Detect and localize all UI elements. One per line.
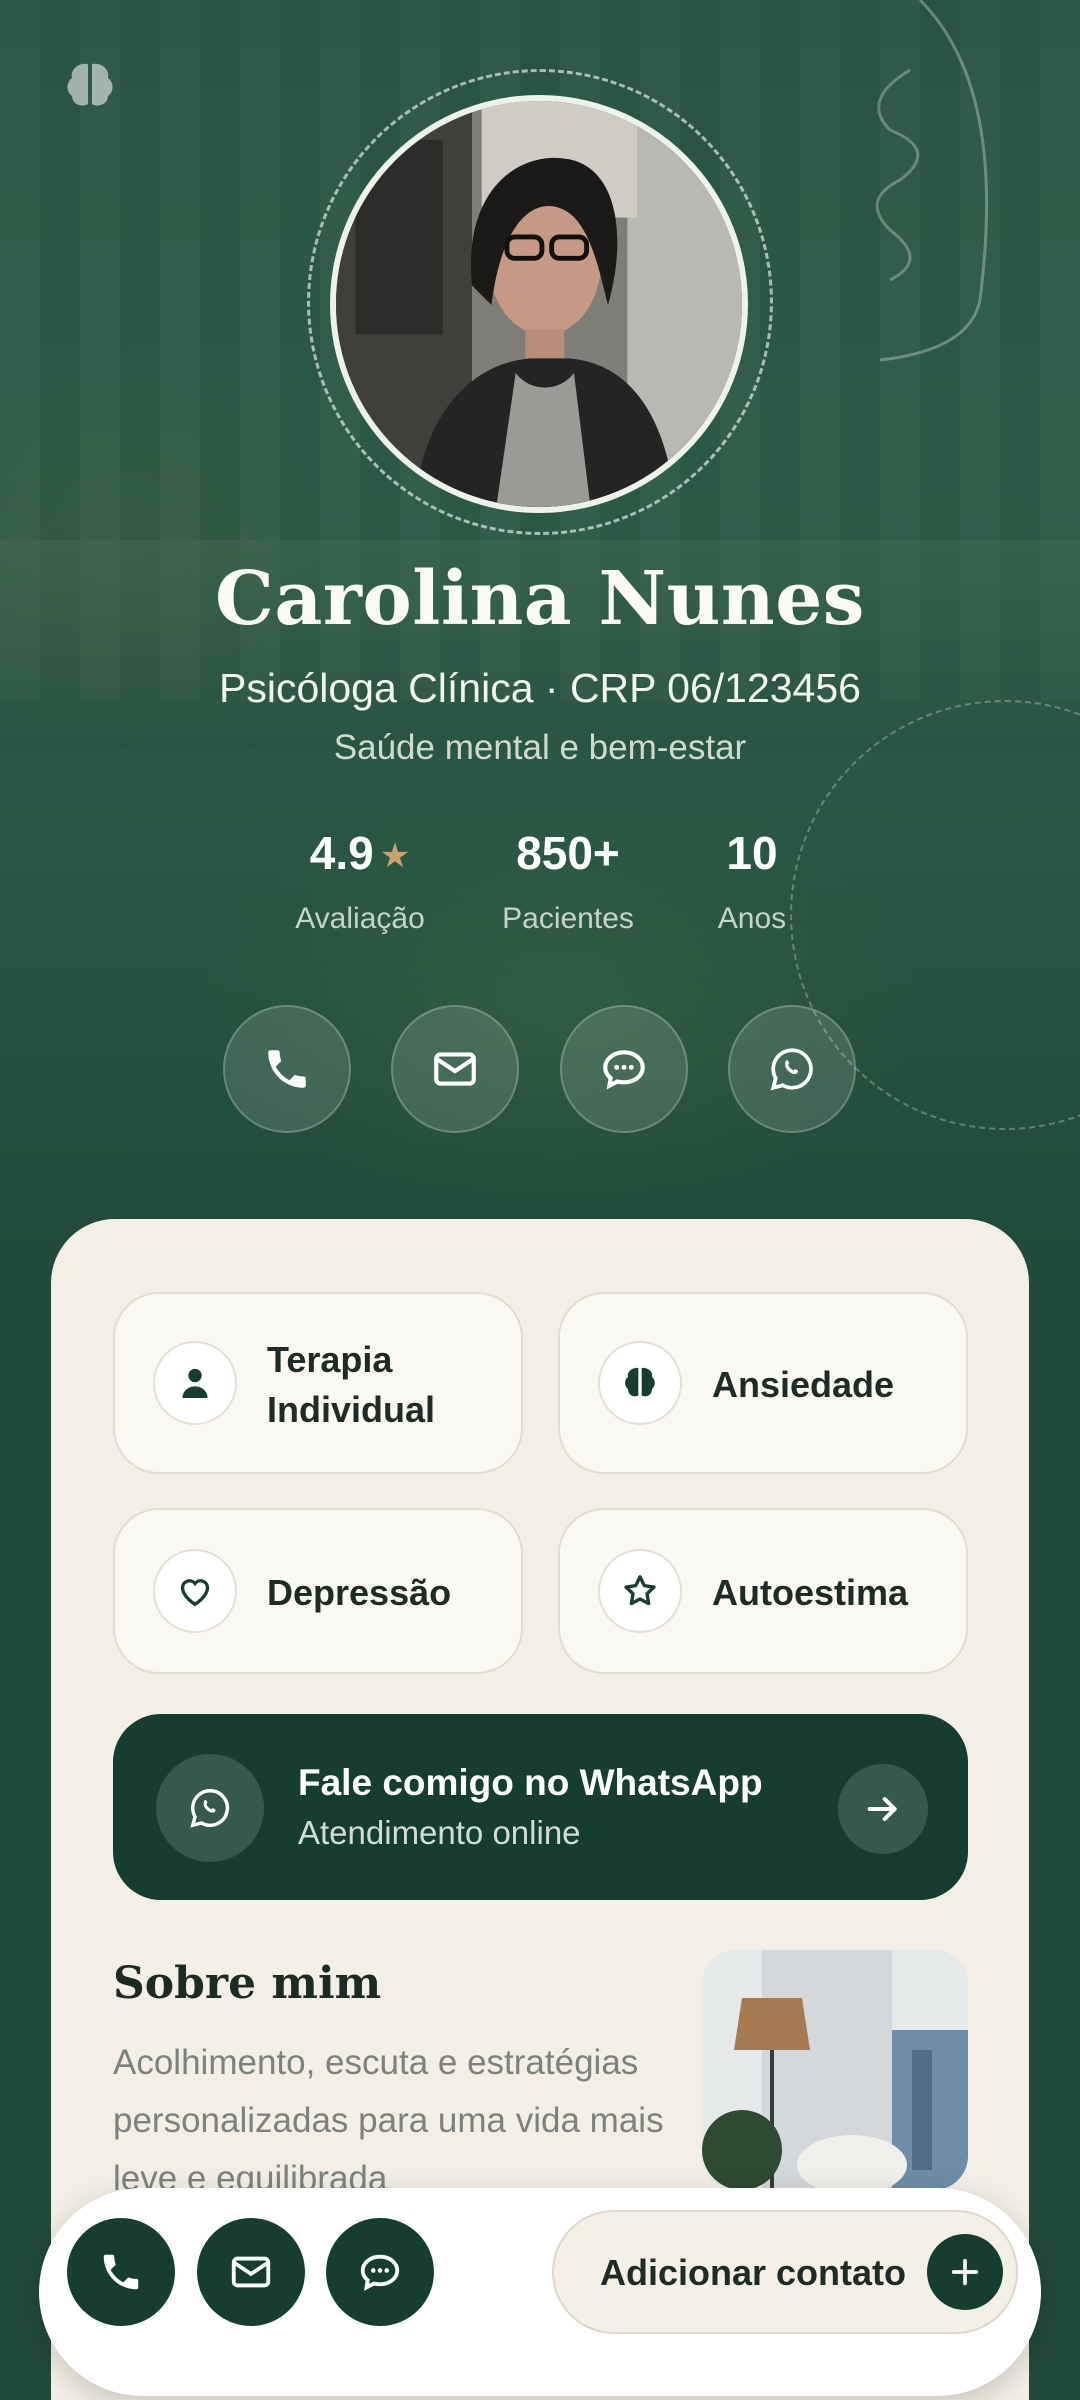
whatsapp-banner-subtitle: Atendimento online [298,1814,581,1851]
whatsapp-icon [770,1048,813,1091]
specialty-chip-terapia-individual[interactable]: Terapia Individual [113,1292,523,1474]
person-icon [182,1368,208,1398]
stat-label: Avaliação [295,902,425,935]
add-contact-button[interactable]: Adicionar contato [552,2210,1018,2334]
about-text: Acolhimento, escuta e estratégias person… [113,2043,664,2198]
profile-tagline: Saúde mental e bem-estar [333,728,747,767]
mail-icon [434,1052,476,1086]
profile-name: Carolina Nunes [215,556,865,642]
chip-label: Ansiedade [712,1364,895,1405]
stat-value: 850+ [516,827,620,879]
mail-icon [231,2256,271,2288]
phone-icon [103,2254,139,2290]
avatar[interactable] [330,95,748,513]
bottom-email-button[interactable] [197,2218,305,2326]
chip-icon-wrapper [153,1341,237,1425]
whatsapp-banner-title: Fale comigo no WhatsApp [298,1762,763,1803]
star-icon: ★ [379,837,411,875]
specialty-chip-autoestima[interactable]: Autoestima [558,1508,968,1674]
star-outline-icon [624,1575,656,1606]
call-button[interactable] [223,1005,351,1133]
bottom-chat-button[interactable] [326,2218,434,2326]
whatsapp-icon [190,1789,230,1828]
stat-label: Pacientes [502,902,634,935]
bottom-call-button[interactable] [67,2218,175,2326]
arrow-right-icon [867,1797,897,1821]
stat-patients: 850+ Pacientes [488,826,648,936]
decorative-curve [875,0,989,362]
add-contact-label: Adicionar contato [600,2252,907,2293]
chip-label: Autoestima [712,1572,909,1613]
stat-rating: 4.9 ★ Avaliação [280,826,440,936]
bottom-action-bar: Adicionar contato [39,2188,1041,2396]
whatsapp-banner[interactable]: Fale comigo no WhatsApp Atendimento onli… [113,1714,968,1900]
about-title: Sobre mim [113,1958,382,2009]
chip-icon-wrapper [598,1549,682,1633]
whatsapp-icon-wrapper [156,1754,264,1862]
stat-label: Anos [717,902,787,935]
brain-icon [67,63,113,106]
office-photo[interactable] [702,1950,968,2190]
phone-icon [268,1050,306,1088]
heart-icon [180,1579,210,1607]
chip-label: Terapia Individual [267,1339,436,1430]
chip-icon-wrapper [598,1341,682,1425]
specialty-chip-ansiedade[interactable]: Ansiedade [558,1292,968,1474]
brain-icon [625,1367,655,1397]
plus-icon [927,2234,1003,2310]
stat-value: 4.9 [309,827,374,879]
chat-icon [360,2254,400,2291]
chip-icon-wrapper [153,1549,237,1633]
chat-icon [603,1050,645,1090]
whatsapp-arrow-button[interactable] [838,1764,928,1854]
stat-value: 10 [726,827,778,879]
whatsapp-button[interactable] [728,1005,856,1133]
chat-button[interactable] [560,1005,688,1133]
profile-subtitle: Psicóloga Clínica · CRP 06/123456 [219,665,861,711]
stat-years: 10 Anos [692,826,812,936]
chip-label: Depressão [267,1572,452,1613]
specialty-chip-depressao[interactable]: Depressão [113,1508,523,1674]
email-button[interactable] [391,1005,519,1133]
